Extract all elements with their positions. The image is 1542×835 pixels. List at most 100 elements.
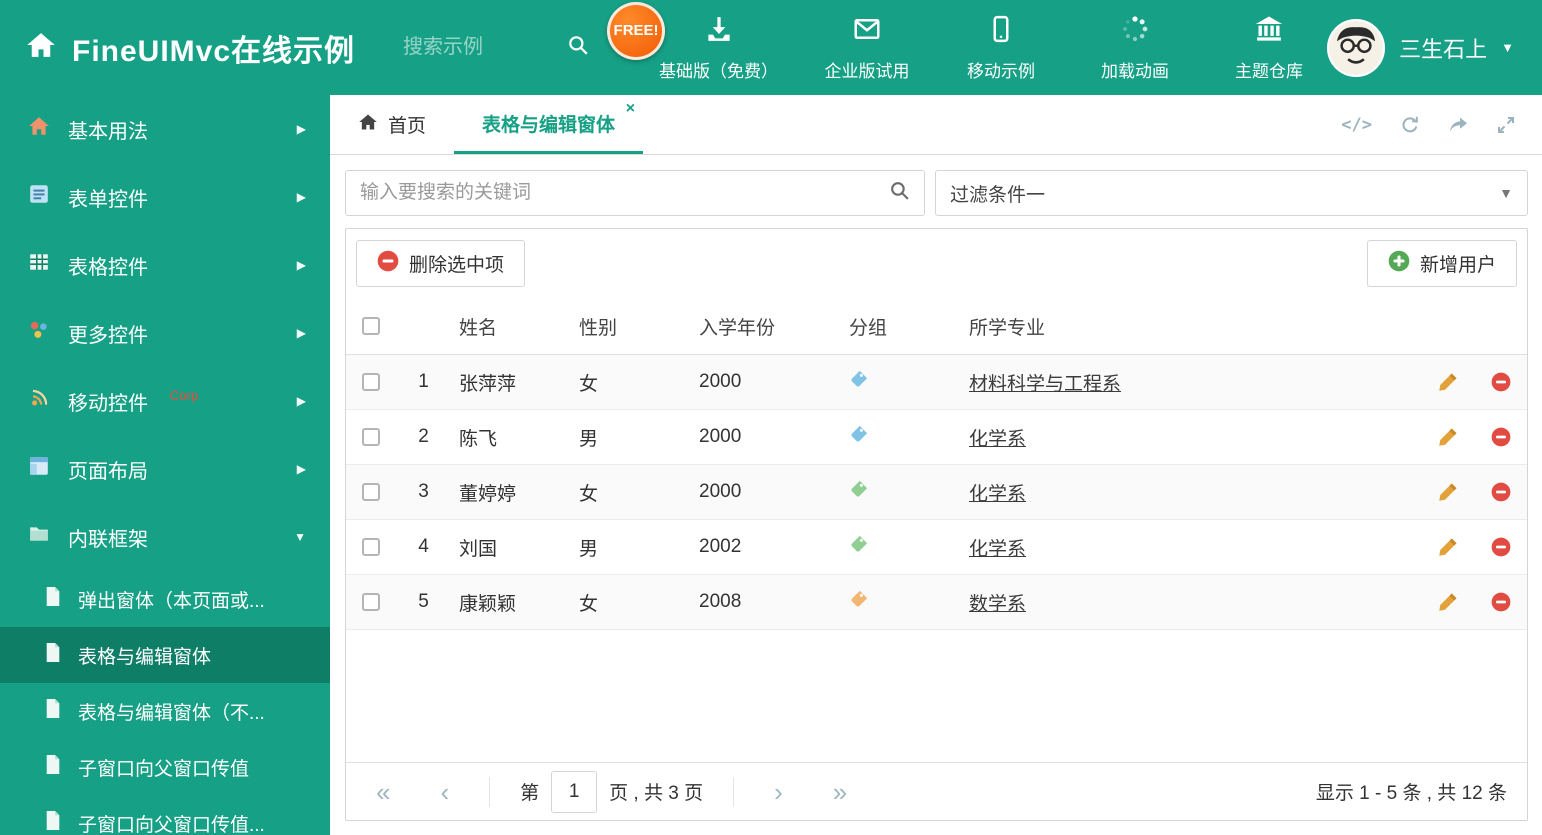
major-link[interactable]: 数学系	[969, 594, 1026, 615]
nav-item-basic-free[interactable]: FREE! 基础版（免费）	[607, 1, 778, 82]
col-header-name[interactable]: 姓名	[451, 313, 571, 340]
cell-year: 2002	[699, 536, 742, 557]
edit-pencil-icon[interactable]	[1421, 482, 1467, 502]
nav-item-enterprise-trial[interactable]: 企业版试用	[822, 14, 912, 82]
col-header-year[interactable]: 入学年份	[691, 313, 841, 340]
user-caret-icon: ▼	[1501, 40, 1514, 55]
form-icon	[28, 183, 50, 211]
tag-icon	[841, 589, 961, 615]
row-checkbox[interactable]	[362, 373, 380, 391]
sidebar-item-label: 页面布局	[68, 460, 148, 483]
refresh-icon[interactable]	[1400, 115, 1420, 135]
search-icon[interactable]	[567, 34, 589, 61]
col-header-gender[interactable]: 性别	[571, 313, 691, 340]
nav-item-loading-animation[interactable]: 加载动画	[1090, 14, 1180, 82]
sidebar-subitem-label: 子窗口向父窗口传值	[78, 758, 250, 780]
table-row[interactable]: 4 刘国 男 2002 化学系	[346, 520, 1527, 575]
sidebar-item-grid-controls[interactable]: 表格控件 ▶	[0, 231, 330, 299]
sidebar-item-basic-usage[interactable]: 基本用法 ▶	[0, 95, 330, 163]
keyword-search-box[interactable]	[345, 170, 925, 216]
row-checkbox[interactable]	[362, 483, 380, 501]
delete-selected-button[interactable]: 删除选中项	[356, 240, 526, 287]
col-header-group[interactable]: 分组	[841, 313, 961, 340]
signal-icon	[28, 387, 50, 415]
sidebar-item-label: 内联框架	[68, 528, 148, 551]
spinner-icon	[1120, 14, 1150, 49]
sidebar-item-inline-frame[interactable]: 内联框架 ▼	[0, 503, 330, 571]
cell-name: 康颖颖	[459, 593, 517, 615]
row-checkbox[interactable]	[362, 428, 380, 446]
sidebar-subitem-label: 表格与编辑窗体	[78, 646, 212, 668]
delete-row-icon[interactable]	[1467, 427, 1527, 447]
plus-circle-icon	[1388, 250, 1410, 278]
major-link[interactable]: 化学系	[969, 429, 1026, 450]
sidebar-item-page-layout[interactable]: 页面布局 ▶	[0, 435, 330, 503]
nav-item-theme-repo[interactable]: 主题仓库	[1224, 14, 1314, 82]
header-search[interactable]	[403, 34, 589, 61]
prev-page-button[interactable]: ‹	[430, 779, 459, 805]
edit-pencil-icon[interactable]	[1421, 372, 1467, 392]
delete-row-icon[interactable]	[1467, 482, 1527, 502]
sidebar-item-mobile-controls[interactable]: 移动控件 Corp ▶	[0, 367, 330, 435]
search-icon[interactable]	[889, 180, 910, 206]
tab-grid-edit-window[interactable]: 表格与编辑窗体 ×	[454, 95, 644, 154]
cell-gender: 女	[579, 483, 599, 505]
sidebar-subitem-child-to-parent[interactable]: 子窗口向父窗口传值	[0, 739, 330, 795]
sidebar-subitem-grid-edit-window-2[interactable]: 表格与编辑窗体（不...	[0, 683, 330, 739]
chevron-right-icon: ▶	[296, 190, 306, 204]
next-page-button[interactable]: ›	[764, 779, 793, 805]
brand[interactable]: FineUIMvc在线示例	[26, 26, 355, 70]
page-number-input[interactable]	[551, 770, 598, 813]
tab-active-label: 表格与编辑窗体	[482, 114, 616, 136]
sidebar-subitem-grid-edit-window[interactable]: 表格与编辑窗体	[0, 627, 330, 683]
row-checkbox[interactable]	[362, 593, 380, 611]
filter-dropdown[interactable]: 过滤条件一 ▼	[935, 170, 1528, 216]
user-menu[interactable]: 三生石上 ▼	[1327, 18, 1514, 77]
sidebar-item-label: 更多控件	[68, 324, 148, 347]
edit-pencil-icon[interactable]	[1421, 537, 1467, 557]
first-page-button[interactable]: «	[366, 779, 400, 805]
source-code-icon[interactable]: </>	[1341, 115, 1372, 135]
table-row[interactable]: 3 董婷婷 女 2000 化学系	[346, 465, 1527, 520]
nav-item-mobile-demo[interactable]: 移动示例	[956, 14, 1046, 82]
corp-badge: Corp	[170, 387, 199, 403]
table-row[interactable]: 5 康颖颖 女 2008 数学系	[346, 575, 1527, 630]
edit-pencil-icon[interactable]	[1421, 427, 1467, 447]
tag-icon	[841, 479, 961, 505]
table-row[interactable]: 1 张萍萍 女 2000 材料科学与工程系	[346, 355, 1527, 410]
table-row[interactable]: 2 陈飞 男 2000 化学系	[346, 410, 1527, 465]
share-arrow-icon[interactable]	[1448, 115, 1468, 135]
sidebar-item-more-controls[interactable]: 更多控件 ▶	[0, 299, 330, 367]
delete-row-icon[interactable]	[1467, 592, 1527, 612]
nav-label: 移动示例	[967, 61, 1036, 81]
filter-row: 过滤条件一 ▼	[345, 170, 1528, 216]
major-link[interactable]: 材料科学与工程系	[969, 374, 1121, 395]
expand-icon[interactable]	[1496, 115, 1516, 135]
major-link[interactable]: 化学系	[969, 484, 1026, 505]
major-link[interactable]: 化学系	[969, 539, 1026, 560]
sidebar-item-form-controls[interactable]: 表单控件 ▶	[0, 163, 330, 231]
keyword-search-input[interactable]	[360, 182, 889, 204]
header-search-input[interactable]	[403, 36, 554, 59]
pagination-bar: « ‹ 第 页 , 共 3 页 › » 显示 1 - 5 条 , 共 12 条	[346, 762, 1527, 820]
edit-pencil-icon[interactable]	[1421, 592, 1467, 612]
file-icon	[44, 754, 62, 781]
add-user-button[interactable]: 新增用户	[1366, 240, 1517, 287]
delete-row-icon[interactable]	[1467, 372, 1527, 392]
tab-home-label: 首页	[388, 116, 427, 137]
close-icon[interactable]: ×	[626, 101, 635, 117]
sidebar-item-label: 表格控件	[68, 256, 148, 279]
col-header-major[interactable]: 所学专业	[961, 313, 1421, 340]
grid-toolbar: 删除选中项 新增用户	[346, 229, 1527, 298]
delete-row-icon[interactable]	[1467, 537, 1527, 557]
chevron-right-icon: ▶	[296, 122, 306, 136]
row-checkbox[interactable]	[362, 538, 380, 556]
page-content: 过滤条件一 ▼ 删除选中项 新增用户	[330, 155, 1542, 835]
select-all-checkbox[interactable]	[362, 317, 380, 335]
sidebar-subitem-popup-window[interactable]: 弹出窗体（本页面或...	[0, 571, 330, 627]
home-tab-icon	[358, 112, 378, 138]
tab-home[interactable]: 首页	[330, 95, 454, 154]
last-page-button[interactable]: »	[823, 779, 857, 805]
free-badge: FREE!	[607, 1, 666, 60]
sidebar-subitem-child-to-parent-2[interactable]: 子窗口向父窗口传值...	[0, 795, 330, 835]
